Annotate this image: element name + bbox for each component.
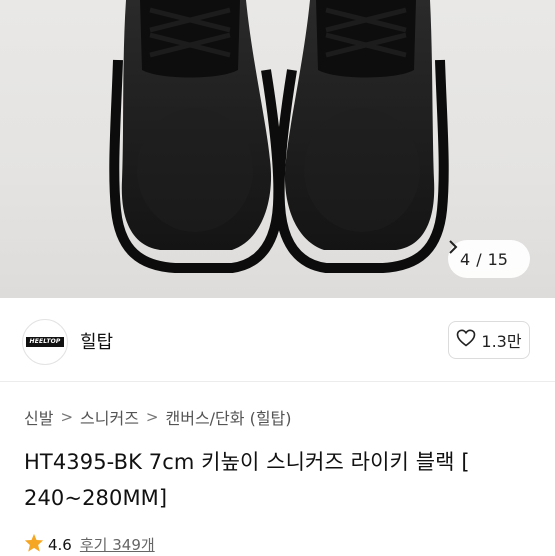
image-counter-total: 15	[487, 249, 508, 269]
reviews-link[interactable]: 후기 349개	[80, 534, 155, 555]
chevron-right-icon: >	[60, 408, 74, 426]
breadcrumb-item-canvas[interactable]: 캔버스/단화 (힐탑)	[166, 405, 292, 429]
store-name[interactable]: 힐탑	[80, 328, 113, 354]
breadcrumb: 신발 > 스니커즈 > 캔버스/단화 (힐탑)	[24, 405, 292, 429]
heart-outline-icon	[456, 329, 476, 351]
star-icon	[24, 533, 44, 556]
image-counter-current: 4	[460, 249, 471, 269]
follow-count: 1.3만	[481, 332, 522, 351]
rating-score: 4.6	[48, 535, 72, 554]
product-title: HT4395-BK 7cm 키높이 스니커즈 라이키 블랙 [ 240~280M…	[24, 450, 470, 510]
store-logo-text: HEELTOP	[26, 337, 64, 347]
image-counter[interactable]: 4 / 15	[448, 240, 530, 278]
follow-button[interactable]: 1.3만	[448, 321, 530, 359]
image-counter-separator: /	[476, 249, 482, 269]
breadcrumb-item-shoes[interactable]: 신발	[24, 405, 53, 429]
rating-summary[interactable]: 4.6 후기 349개	[24, 533, 155, 556]
chevron-right-icon: >	[145, 408, 159, 426]
product-image-gallery[interactable]: 4 / 15	[0, 0, 555, 298]
breadcrumb-item-sneakers[interactable]: 스니커즈	[80, 405, 139, 429]
store-logo[interactable]: HEELTOP	[22, 319, 68, 365]
